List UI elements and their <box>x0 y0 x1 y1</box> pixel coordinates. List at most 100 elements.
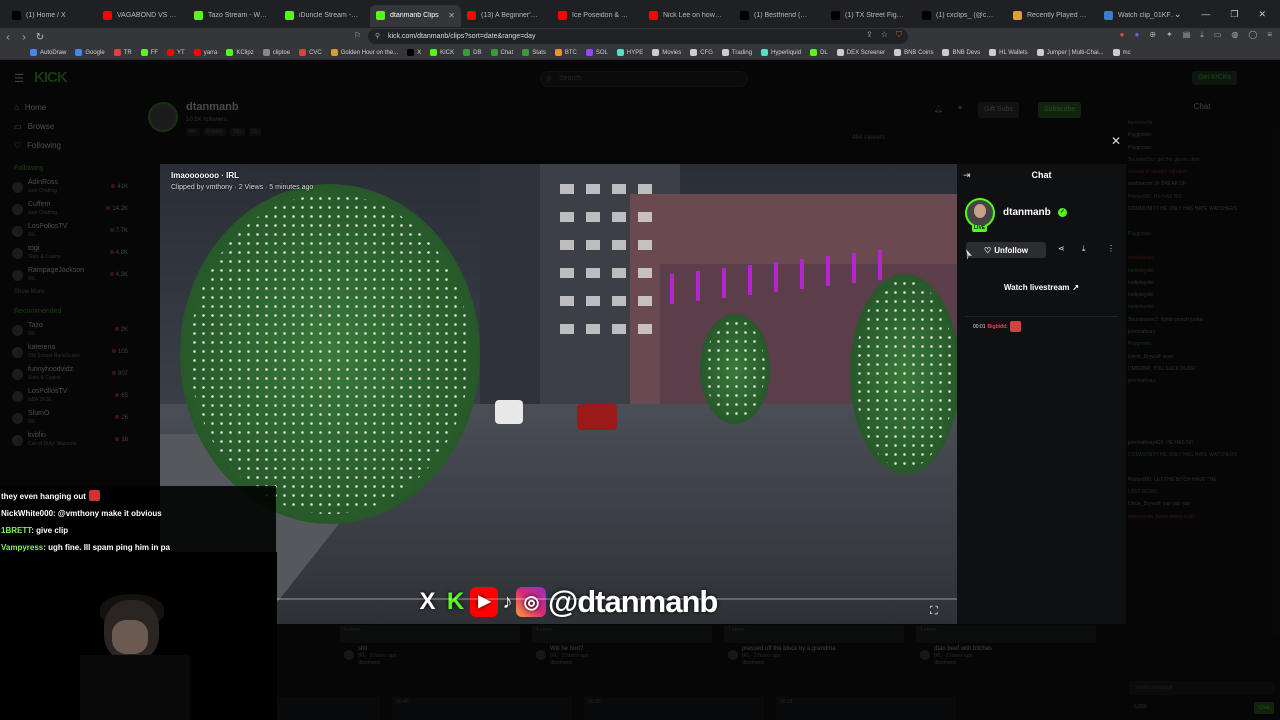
extension-icon[interactable]: ● <box>1120 30 1125 40</box>
star-icon[interactable]: ☆ <box>881 30 888 40</box>
clip-meta: Clipped by vmthony · 2 Views · 5 minutes… <box>171 184 314 191</box>
reload-icon[interactable]: ↻ <box>32 32 48 43</box>
minimize-icon[interactable]: — <box>1201 9 1210 19</box>
bookmark-item[interactable]: KICK <box>430 49 454 56</box>
unfollow-button[interactable]: ♡ Unfollow <box>966 242 1046 258</box>
browser-tab[interactable]: (13) A Beginner's Guide <box>461 5 552 27</box>
channel-name[interactable]: dtanmanb <box>1003 207 1051 218</box>
video-frame <box>560 184 574 194</box>
browser-tab[interactable]: (1) cxclips_ (@cx_clips) / <box>916 5 1007 27</box>
bookmark-item[interactable]: CVC <box>299 49 322 56</box>
bookmark-item[interactable]: BTC <box>554 49 577 56</box>
bookmark-item[interactable]: mc <box>1112 49 1131 56</box>
profile-icon[interactable]: ◯ <box>1248 30 1257 40</box>
back-icon[interactable]: ‹ <box>0 32 16 43</box>
tab-label: Ice Poseidon & Kim Do <box>572 12 632 19</box>
bookmark-icon <box>299 49 307 56</box>
bookmark-item[interactable]: SOL <box>585 49 608 56</box>
message-user[interactable]: Bigbidd: <box>988 324 1008 330</box>
bookmark-icon <box>167 49 175 56</box>
bookmark-item[interactable]: TR <box>113 49 132 56</box>
bookmark-label: HYPE <box>626 49 644 56</box>
bookmark-icon <box>761 49 769 56</box>
menu-icon[interactable]: ≡ <box>1267 30 1272 40</box>
tab-label: (1) Home / X <box>26 12 66 19</box>
download-icon[interactable]: ⤓ <box>1200 30 1204 40</box>
bookmark-item[interactable]: X <box>407 49 421 56</box>
wallet-icon[interactable]: ▭ <box>1214 30 1222 40</box>
download-icon[interactable]: ⤓ <box>1082 244 1086 254</box>
bookmark-icon[interactable]: ⚐ <box>354 31 361 40</box>
bookmark-item[interactable]: BNB Coins <box>894 49 933 56</box>
browser-tab[interactable]: iDuncle Stream - Watch <box>279 5 370 27</box>
bookmark-item[interactable]: Chat <box>490 49 513 56</box>
forward-icon[interactable]: › <box>16 32 32 43</box>
bookmark-item[interactable]: Jumper | Multi-Chai... <box>1036 49 1104 56</box>
chat-text: : ugh fine. Ill spam ping him in pa <box>43 543 170 552</box>
clip-video-player[interactable]: Imaooooooo · IRL Clipped by vmthony · 2 … <box>160 164 957 624</box>
bookmark-item[interactable]: Google <box>75 49 105 56</box>
bookmark-item[interactable]: KClipz <box>226 49 254 56</box>
puzzle-icon[interactable]: ✦ <box>1166 30 1173 40</box>
vpn-icon[interactable]: ◍ <box>1231 30 1238 40</box>
globe-icon <box>1104 11 1113 20</box>
watch-livestream-button[interactable]: Watch livestream ↗ <box>965 278 1118 296</box>
bookmark-item[interactable]: Hyperliquid <box>761 49 801 56</box>
site-info-icon[interactable]: ⚲ <box>375 32 380 40</box>
bookmark-item[interactable]: BNB Devs <box>942 49 980 56</box>
video-frame <box>586 296 600 306</box>
bookmark-item[interactable]: DEX Screener <box>836 49 885 56</box>
extension-icon[interactable]: ⊕ <box>1149 30 1156 40</box>
bookmark-item[interactable]: CFG <box>690 49 713 56</box>
extension-icon[interactable]: ● <box>1134 30 1139 40</box>
browser-tab[interactable]: Ice Poseidon & Kim Do <box>552 5 643 27</box>
sidebar-icon[interactable]: ▤ <box>1183 30 1191 40</box>
browser-tab[interactable]: Recently Played Social C <box>1007 5 1098 27</box>
url-bar[interactable]: ⚲ kick.com/dtanmanb/clips?sort=date&rang… <box>368 29 908 44</box>
brave-shield-icon[interactable]: ⛉ <box>896 30 902 40</box>
bookmark-item[interactable]: Stats <box>522 49 546 56</box>
chevron-down-icon[interactable]: ⌄ <box>1174 9 1182 20</box>
bookmark-item[interactable]: DB <box>463 49 482 56</box>
chat-text: : @vmthony make it obvious <box>53 509 162 518</box>
bookmark-item[interactable]: yarra <box>193 49 217 56</box>
browser-tab[interactable]: (1) Bestfriend (@Bestfrie <box>734 5 825 27</box>
bookmark-item[interactable]: HL Wallets <box>989 49 1028 56</box>
close-icon[interactable]: ✕ <box>1111 134 1121 148</box>
window-controls: ⌄ — ❐ ✕ <box>1173 0 1280 28</box>
video-frame <box>612 324 626 334</box>
maximize-icon[interactable]: ❐ <box>1230 9 1238 20</box>
browser-tab[interactable]: Nick Lee on how much r <box>643 5 734 27</box>
browser-tab[interactable]: (1) Home / X <box>6 5 97 27</box>
stream-chat-line: they even hanging out <box>1 489 275 506</box>
browser-tab[interactable]: Tazo Stream - Watch Liv <box>188 5 279 27</box>
toolbar-extensions: ● ● ⊕ ✦ ▤ ⤓ ▭ ◍ ◯ ≡ <box>1120 30 1272 40</box>
bookmark-item[interactable]: YT <box>167 49 185 56</box>
youtube-icon <box>649 11 658 20</box>
avatar[interactable] <box>965 198 995 228</box>
video-progress-bar[interactable] <box>160 598 957 600</box>
fullscreen-icon[interactable]: ⛶ <box>930 605 938 618</box>
more-icon[interactable]: ⋮ <box>1107 244 1115 253</box>
x-logo-icon: X <box>419 588 435 615</box>
share-icon[interactable]: ⇪ <box>866 30 873 40</box>
bookmark-item[interactable]: Trading <box>721 49 752 56</box>
bookmark-label: Movies <box>662 49 682 56</box>
bookmark-label: CVC <box>309 49 322 56</box>
bookmark-label: FF <box>150 49 159 56</box>
bookmark-item[interactable]: cliptoe <box>262 49 290 56</box>
browser-tab-bar: (1) Home / X VAGABOND VS MARCEL Tazo Strea… <box>0 0 1280 28</box>
browser-tab[interactable]: dtanmanb Clips ✕ <box>370 4 461 27</box>
bookmark-item[interactable]: Movies <box>652 49 681 56</box>
bookmark-item[interactable]: DL <box>810 49 828 56</box>
bookmark-item[interactable]: FF <box>140 49 159 56</box>
share-icon[interactable]: ⋖ <box>1058 244 1065 253</box>
bookmark-item[interactable]: HYPE <box>616 49 644 56</box>
close-tab-icon[interactable]: ✕ <box>448 11 455 20</box>
browser-tab[interactable]: (1) TX Street Fights (@tx <box>825 5 916 27</box>
browser-tab[interactable]: VAGABOND VS MARCEL <box>97 5 188 27</box>
close-window-icon[interactable]: ✕ <box>1258 9 1266 20</box>
bookmark-item[interactable]: Golden Hour on the... <box>330 49 398 56</box>
instagram-logo-icon: ◎ <box>516 587 546 617</box>
bookmark-item[interactable]: AutoDraw <box>30 49 66 56</box>
